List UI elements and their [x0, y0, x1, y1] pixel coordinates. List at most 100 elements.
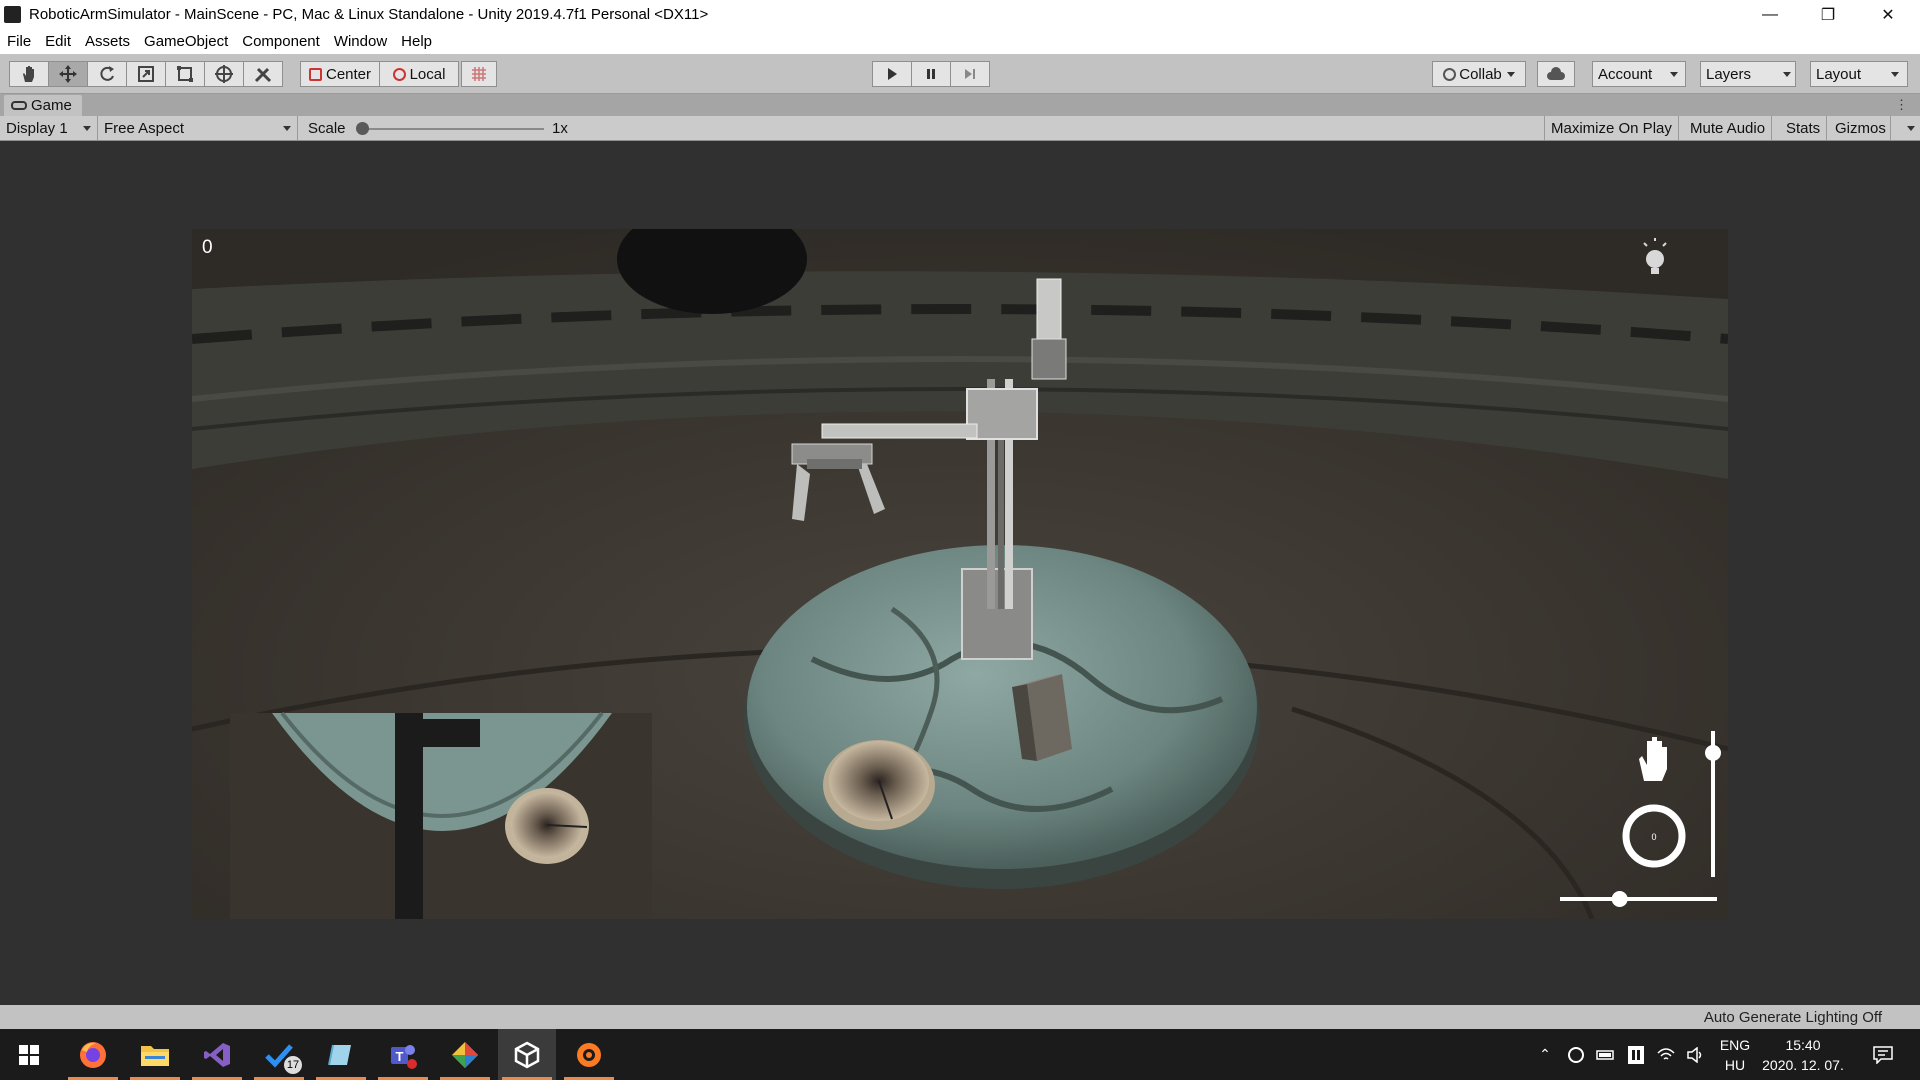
- display-dropdown[interactable]: Display 1: [0, 116, 98, 140]
- grid-snap-button[interactable]: [461, 61, 497, 87]
- minimize-button[interactable]: —: [1742, 0, 1798, 29]
- teams-icon: T: [391, 1044, 417, 1069]
- taskbar-teams[interactable]: T: [374, 1029, 432, 1080]
- maximize-button[interactable]: ❐: [1800, 0, 1856, 29]
- step-button[interactable]: [950, 61, 990, 87]
- rotate-tool-button[interactable]: [87, 61, 127, 87]
- tab-game[interactable]: Game: [4, 95, 82, 116]
- xampp-icon: [577, 1042, 601, 1067]
- custom-tool-icon: [254, 67, 272, 83]
- stats-toggle[interactable]: Stats: [1780, 116, 1828, 140]
- collab-dropdown[interactable]: Collab: [1432, 61, 1526, 87]
- pivot-local-button[interactable]: Local: [379, 61, 459, 87]
- taskbar-unity[interactable]: [498, 1029, 556, 1080]
- keyboard-layout: HU: [1724, 1056, 1746, 1073]
- joystick-value: 0: [1651, 832, 1656, 842]
- clock-date: 2020. 12. 07.: [1762, 1056, 1844, 1073]
- taskbar-sketchbook[interactable]: [312, 1029, 370, 1080]
- grid-snap-icon: [472, 67, 486, 81]
- tray-notifications[interactable]: [1868, 1029, 1898, 1080]
- game-render[interactable]: 0 0: [192, 229, 1728, 919]
- scale-tool-button[interactable]: [126, 61, 166, 87]
- collab-check-icon: [1443, 67, 1457, 81]
- custom-tool-button[interactable]: [243, 61, 283, 87]
- vertical-slider-handle[interactable]: [1705, 744, 1721, 761]
- menu-window[interactable]: Window: [327, 33, 394, 50]
- tray-language[interactable]: ENG HU: [1716, 1029, 1754, 1080]
- menu-edit[interactable]: Edit: [38, 33, 78, 50]
- windows-logo-icon: [19, 1044, 39, 1065]
- start-button[interactable]: [0, 1029, 58, 1080]
- transform-tool-icon: [215, 65, 233, 83]
- play-button[interactable]: [872, 61, 912, 87]
- tray-pause-icon[interactable]: [1625, 1029, 1647, 1080]
- scene-image: 0: [192, 229, 1728, 919]
- tray-battery-icon[interactable]: [1595, 1029, 1617, 1080]
- menu-help[interactable]: Help: [394, 33, 439, 50]
- score-counter: 0: [202, 237, 213, 258]
- tray-clock[interactable]: 15:40 2020. 12. 07.: [1760, 1029, 1846, 1080]
- hand-tool-icon: [23, 66, 34, 82]
- layout-dropdown[interactable]: Layout: [1810, 61, 1908, 87]
- tray-volume-icon[interactable]: [1685, 1029, 1707, 1080]
- pivot-center-label: Center: [325, 65, 372, 83]
- pause-button[interactable]: [911, 61, 951, 87]
- taskbar-gitkraken[interactable]: [436, 1029, 494, 1080]
- gizmos-toggle[interactable]: Gizmos: [1829, 116, 1891, 140]
- hand-tool-button[interactable]: [9, 61, 49, 87]
- volume-icon: [1687, 1046, 1702, 1063]
- maximize-on-play-toggle[interactable]: Maximize On Play: [1544, 116, 1679, 140]
- todo-badge: 17: [284, 1056, 302, 1074]
- menu-gameobject[interactable]: GameObject: [137, 33, 235, 50]
- taskbar-todo[interactable]: 17: [250, 1029, 308, 1080]
- menu-component[interactable]: Component: [235, 33, 327, 50]
- lighting-status[interactable]: Auto Generate Lighting Off: [1704, 1009, 1882, 1026]
- taskbar-firefox[interactable]: [64, 1029, 122, 1080]
- account-dropdown[interactable]: Account: [1592, 61, 1686, 87]
- taskbar-file-explorer[interactable]: [126, 1029, 184, 1080]
- chevron-down-icon: [83, 126, 91, 131]
- pivot-toggles: Center Local: [300, 61, 497, 87]
- account-group: Account: [1592, 61, 1686, 87]
- mute-audio-toggle[interactable]: Mute Audio: [1684, 116, 1773, 140]
- scale-slider-handle[interactable]: [356, 122, 369, 135]
- chevron-down-icon: [1907, 126, 1915, 131]
- menu-assets[interactable]: Assets: [78, 33, 137, 50]
- tray-app-icon[interactable]: [1565, 1029, 1587, 1080]
- taskbar-visual-studio[interactable]: [188, 1029, 246, 1080]
- chevron-down-icon: [1670, 71, 1679, 77]
- menu-file[interactable]: File: [0, 33, 38, 50]
- svg-text:T: T: [396, 1049, 404, 1064]
- window-title-bar[interactable]: RoboticArmSimulator - MainScene - PC, Ma…: [0, 0, 1920, 29]
- transform-tools: [9, 61, 283, 87]
- scale-slider-track[interactable]: [360, 128, 544, 130]
- play-icon: [888, 68, 897, 80]
- chevron-down-icon: [1783, 71, 1792, 77]
- close-button[interactable]: ✕: [1860, 0, 1916, 29]
- playback-controls: [872, 61, 990, 87]
- tray-overflow-icon[interactable]: ⌃: [1534, 1029, 1556, 1080]
- taskbar-xampp[interactable]: [560, 1029, 618, 1080]
- status-bar: Auto Generate Lighting Off: [0, 1005, 1920, 1029]
- game-view-toolbar: Display 1 Free Aspect Scale 1x Maximize …: [0, 116, 1920, 141]
- tray-wifi-icon[interactable]: [1655, 1029, 1677, 1080]
- gitkraken-icon: [452, 1041, 478, 1068]
- layers-dropdown[interactable]: Layers: [1700, 61, 1796, 87]
- cloud-button[interactable]: [1537, 61, 1575, 87]
- aspect-label: Free Aspect: [104, 119, 185, 137]
- scale-tool-icon: [138, 66, 154, 82]
- layers-group: Layers: [1700, 61, 1796, 87]
- tray-gamepad-icon: [1568, 1046, 1584, 1063]
- rect-tool-button[interactable]: [165, 61, 205, 87]
- account-label: Account: [1598, 65, 1653, 83]
- gizmos-dropdown[interactable]: [1898, 116, 1920, 140]
- aspect-dropdown[interactable]: Free Aspect: [98, 116, 298, 140]
- pause-tray-icon: [1628, 1045, 1644, 1064]
- display-label: Display 1: [6, 119, 68, 137]
- horizontal-slider-handle[interactable]: [1611, 891, 1628, 907]
- transform-tool-button[interactable]: [204, 61, 244, 87]
- tab-options-icon[interactable]: ⋮: [1895, 97, 1908, 113]
- move-tool-button[interactable]: [48, 61, 88, 87]
- pivot-center-button[interactable]: Center: [300, 61, 380, 87]
- layout-group: Layout: [1810, 61, 1908, 87]
